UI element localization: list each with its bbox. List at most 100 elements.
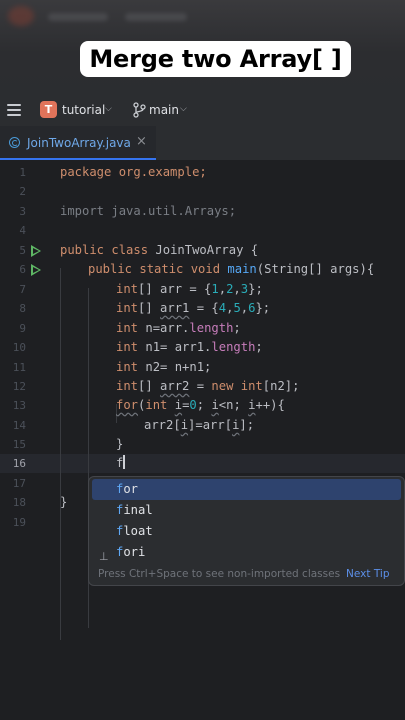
completion-item[interactable]: final [92,500,401,521]
code-token: 5 [233,301,241,315]
line-number: 6 [19,263,26,276]
completion-rest: loat [123,524,153,538]
line-number: 14 [12,419,26,432]
code-token: arr2[ [144,418,181,432]
line-number: 15 [12,438,26,451]
code-token: n1= arr1. [138,340,212,354]
java-class-icon [9,137,20,148]
code-token: int [145,398,168,412]
code-token: main [227,262,257,276]
code-token: 1 [211,282,219,296]
code-token: int [116,282,139,296]
code-completion-popup: for final float ⊥ fori Press Ctrl+Space t… [88,476,405,586]
code-token: i [211,398,219,412]
code-token: int [116,379,139,393]
code-token: new int [211,379,263,393]
code-token: for [116,398,139,412]
code-token: int [116,301,139,315]
code-line: 16 f [0,454,405,473]
code-token: ]; [239,418,255,432]
code-token: JoinTwoArray { [155,243,259,257]
completion-rest: inal [123,503,153,517]
completion-rest: or [123,482,139,496]
line-number: 13 [12,399,26,412]
project-badge[interactable]: T [40,101,57,118]
code-line: 13 for(int i=0; i<n; i++){ [0,396,405,415]
code-token: arr2 [160,379,190,393]
main-toolbar: T tutorial ⌵ main ⌵ [0,96,405,126]
code-line: 9 int n=arr.length; [0,319,405,338]
code-token: ++){ [255,398,285,412]
git-branch-icon[interactable] [132,102,146,118]
code-token: i [180,418,189,432]
code-line: 6 public static void main(String[] args){ [0,260,405,279]
close-icon[interactable]: × [136,134,147,149]
line-number: 11 [12,361,26,374]
code-line: 4 [0,221,405,240]
chevron-down-icon[interactable]: ⌵ [180,104,187,114]
completion-item[interactable]: float [92,521,401,542]
code-token: ]=arr[ [188,418,233,432]
code-token: public static void [88,262,228,276]
blurred-text [48,13,108,21]
line-number: 12 [12,380,26,393]
code-line: 3 import java.util.Arrays; [0,202,405,221]
line-number: 5 [19,244,26,257]
line-number: 1 [19,166,26,179]
code-token: = [189,379,212,393]
code-token: public class [60,243,156,257]
video-title: Merge two Array[ ] [89,45,342,73]
code-token: }; [255,301,271,315]
code-line: 10 int n1= arr1.length; [0,338,405,357]
code-line: 8 int[] arr1 = {4,5,6}; [0,299,405,318]
code-editor[interactable]: 1 package org.example; 2 3 import java.uti… [0,160,405,720]
code-token: 0 [189,398,197,412]
code-token: [] [138,379,161,393]
code-token: }; [248,282,263,296]
code-token: 4 [218,301,227,315]
code-token: int [116,321,139,335]
code-line: 7 int[] arr = {1,2,3}; [0,280,405,299]
code-token: [] arr = { [138,282,212,296]
code-line: 5 public class JoinTwoArray { [0,241,405,260]
code-token: ; [255,340,263,354]
code-line: 12 int[] arr2 = new int[n2]; [0,377,405,396]
code-token: } [60,495,68,509]
branch-name[interactable]: main [149,103,179,117]
editor-tabs: JoinTwoArray.java × [0,126,405,161]
line-number: 9 [19,322,26,335]
code-token: n2= n+n1; [138,360,212,374]
code-token: length [189,321,234,335]
line-number: 7 [19,283,26,296]
completion-rest: ori [123,545,146,559]
project-name[interactable]: tutorial [62,103,105,117]
code-token: i [174,398,183,412]
code-line: 15} [0,435,405,454]
run-icon[interactable] [31,245,41,257]
code-token: <n; [218,398,249,412]
code-token: , [218,282,227,296]
code-token: } [116,437,124,451]
line-number: 3 [19,205,26,218]
completion-hint: Press Ctrl+Space to see non-imported cla… [98,568,341,580]
completion-item[interactable]: for [92,479,401,500]
completion-item[interactable]: ⊥ fori [92,542,401,563]
completion-footer: Press Ctrl+Space to see non-imported cla… [98,568,390,580]
code-line: 1 package org.example; [0,163,405,182]
video-title-card: Merge two Array[ ] [80,41,351,77]
run-icon[interactable] [31,264,41,276]
next-tip-link[interactable]: Next Tip [346,568,389,580]
code-token: (String[] args){ [256,262,375,276]
code-line: 11 int n2= n+n1; [0,358,405,377]
code-token: [n2]; [262,379,300,393]
tab-jointwoarray[interactable]: JoinTwoArray.java × [0,126,156,160]
code-token: , [233,282,241,296]
blurred-text [125,13,187,21]
text-caret [123,455,125,469]
chevron-down-icon[interactable]: ⌵ [105,104,112,114]
hamburger-menu-icon[interactable] [7,104,21,116]
code-token: 3 [240,282,249,296]
code-line: 14 arr2[i]=arr[i]; [0,416,405,435]
code-token: length [211,340,256,354]
